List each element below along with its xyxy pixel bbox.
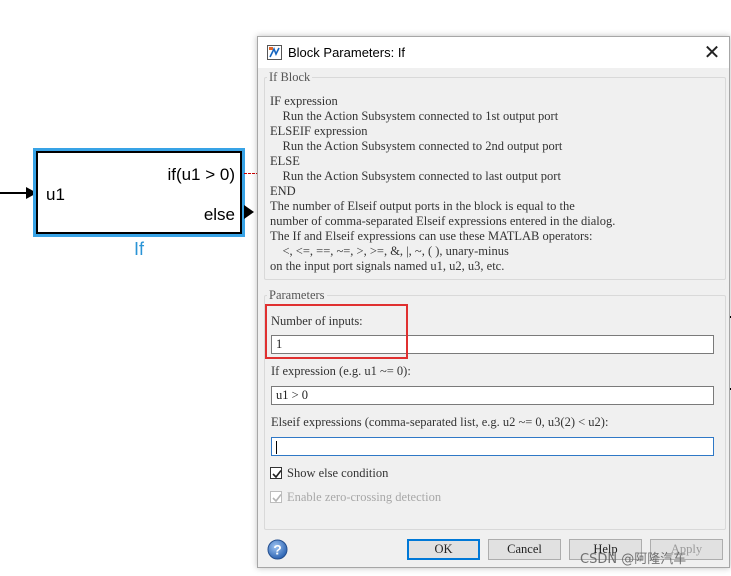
highlight-annotation-box: [265, 304, 408, 359]
ok-button[interactable]: OK: [407, 539, 480, 560]
description-line: END: [270, 184, 296, 198]
description-line: Run the Action Subsystem connected to la…: [270, 169, 561, 183]
else-output-port-icon[interactable]: [244, 205, 254, 219]
description-line: The number of Elseif output ports in the…: [270, 199, 575, 213]
block-parameters-dialog: Block Parameters: If ✕ If Block IF expre…: [257, 36, 730, 568]
if-block[interactable]: u1 if(u1 > 0) else: [33, 148, 245, 237]
simulink-app-icon: [267, 45, 282, 60]
if-expression-label: If expression (e.g. u1 ~= 0):: [271, 364, 411, 378]
description-line: The If and Elseif expressions can use th…: [270, 229, 593, 243]
description-line: ELSE: [270, 154, 300, 168]
description-line: <, <=, ==, ~=, >, >=, &, |, ~, ( ), unar…: [270, 244, 509, 258]
group-title-if-block: If Block: [269, 70, 311, 84]
close-icon[interactable]: ✕: [699, 40, 725, 66]
dialog-titlebar[interactable]: Block Parameters: If ✕: [258, 37, 729, 68]
dialog-title: Block Parameters: If: [288, 45, 406, 60]
zero-crossing-label: Enable zero-crossing detection: [287, 490, 442, 504]
show-else-condition-label: Show else condition: [287, 466, 389, 480]
group-title-parameters: Parameters: [269, 288, 325, 302]
watermark-text: CSDN @阿隆汽车: [580, 552, 687, 567]
output-port-label-if: if(u1 > 0): [167, 165, 235, 184]
svg-text:?: ?: [273, 542, 282, 558]
input-signal-line[interactable]: [0, 192, 28, 194]
block-name-label[interactable]: If: [134, 239, 144, 260]
help-question-icon[interactable]: ?: [267, 539, 288, 560]
input-port-label-u1: u1: [46, 185, 65, 204]
text-caret: [276, 440, 277, 454]
zero-crossing-checkbox: Enable zero-crossing detection: [270, 490, 441, 505]
description-line: number of comma-separated Elseif express…: [270, 214, 616, 228]
checkbox-checked-icon[interactable]: [270, 467, 282, 479]
description-line: ELSEIF expression: [270, 124, 368, 138]
description-line: IF expression: [270, 94, 338, 108]
description-line: Run the Action Subsystem connected to 1s…: [270, 109, 559, 123]
elseif-expressions-field[interactable]: [271, 437, 714, 456]
if-expression-field[interactable]: [271, 386, 714, 405]
block-description: IF expression Run the Action Subsystem c…: [270, 94, 615, 274]
show-else-condition-checkbox[interactable]: Show else condition: [270, 466, 388, 481]
cancel-button[interactable]: Cancel: [488, 539, 561, 560]
elseif-expressions-label: Elseif expressions (comma-separated list…: [271, 415, 609, 429]
checkbox-checked-disabled-icon: [270, 491, 282, 503]
output-port-label-else: else: [203, 205, 235, 224]
description-line: on the input port signals named u1, u2, …: [270, 259, 505, 273]
description-line: Run the Action Subsystem connected to 2n…: [270, 139, 563, 153]
